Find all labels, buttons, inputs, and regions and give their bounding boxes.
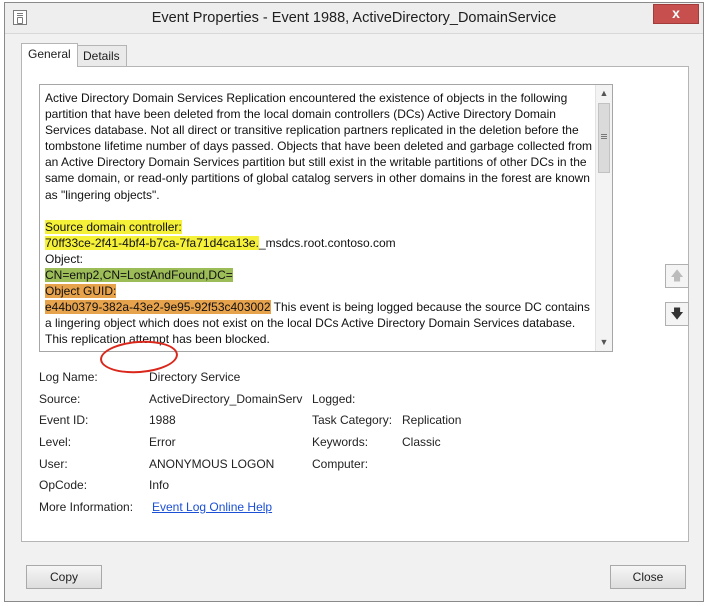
log-name-value: Directory Service [149,370,241,384]
source-label: Source: [39,392,81,406]
copy-button[interactable]: Copy [26,565,102,589]
next-event-button[interactable]: 🡇 [665,302,689,326]
arrow-up-icon: 🡅 [670,268,684,283]
task-category-value: Replication [402,413,462,427]
chevron-up-icon[interactable]: ▲ [596,85,612,102]
event-id-label: Event ID: [39,413,89,427]
object-value: CN=emp2,CN=LostAndFound,DC= [45,268,233,283]
source-dc-suffix: _msdcs.root.contoso.com [258,235,396,250]
log-name-label: Log Name: [39,370,98,384]
task-category-label: Task Category: [312,413,393,427]
close-window-button[interactable]: x [653,4,699,24]
user-value: ANONYMOUS LOGON [149,457,275,471]
source-value: ActiveDirectory_DomainServ [149,392,303,406]
description-intro: Active Directory Domain Services Replica… [45,91,592,202]
user-label: User: [39,457,68,471]
previous-event-button[interactable]: 🡅 [665,264,689,288]
chevron-down-icon[interactable]: ▼ [596,334,612,351]
level-label: Level: [39,435,72,449]
close-button[interactable]: Close [610,565,686,589]
keywords-label: Keywords: [312,435,369,449]
description-scrollbar[interactable]: ▲ ▼ [595,85,612,351]
object-guid-label: Object GUID: [45,284,117,299]
scrollbar-thumb[interactable] [598,103,610,173]
event-id-value: 1988 [149,413,176,427]
arrow-down-icon: 🡇 [670,306,684,321]
general-panel: Active Directory Domain Services Replica… [21,66,689,542]
window-title: Event Properties - Event 1988, ActiveDir… [151,10,557,26]
event-log-online-help-link[interactable]: Event Log Online Help [152,500,272,514]
title-bar: Event Properties - Event 1988, ActiveDir… [5,3,703,34]
description-text: Active Directory Domain Services Replica… [45,90,593,348]
tab-general[interactable]: General [21,43,78,67]
level-value: Error [149,435,176,449]
object-label: Object: [45,251,84,266]
description-box[interactable]: Active Directory Domain Services Replica… [39,84,613,352]
tab-details[interactable]: Details [76,45,127,67]
more-information-label: More Information: [39,500,134,514]
source-dc-guid: 70ff33ce-2f41-4bf4-b7ca-7fa71d4ca13e. [45,235,259,250]
event-properties-window: Event Properties - Event 1988, ActiveDir… [4,2,704,602]
computer-label: Computer: [312,457,369,471]
object-guid-value: e44b0379-382a-43e2-9e95-92f53c403002 [45,300,271,315]
logged-label: Logged: [312,392,356,406]
opcode-label: OpCode: [39,478,88,492]
source-dc-label: Source domain controller: [45,219,182,234]
keywords-value: Classic [402,435,441,449]
opcode-value: Info [149,478,170,492]
